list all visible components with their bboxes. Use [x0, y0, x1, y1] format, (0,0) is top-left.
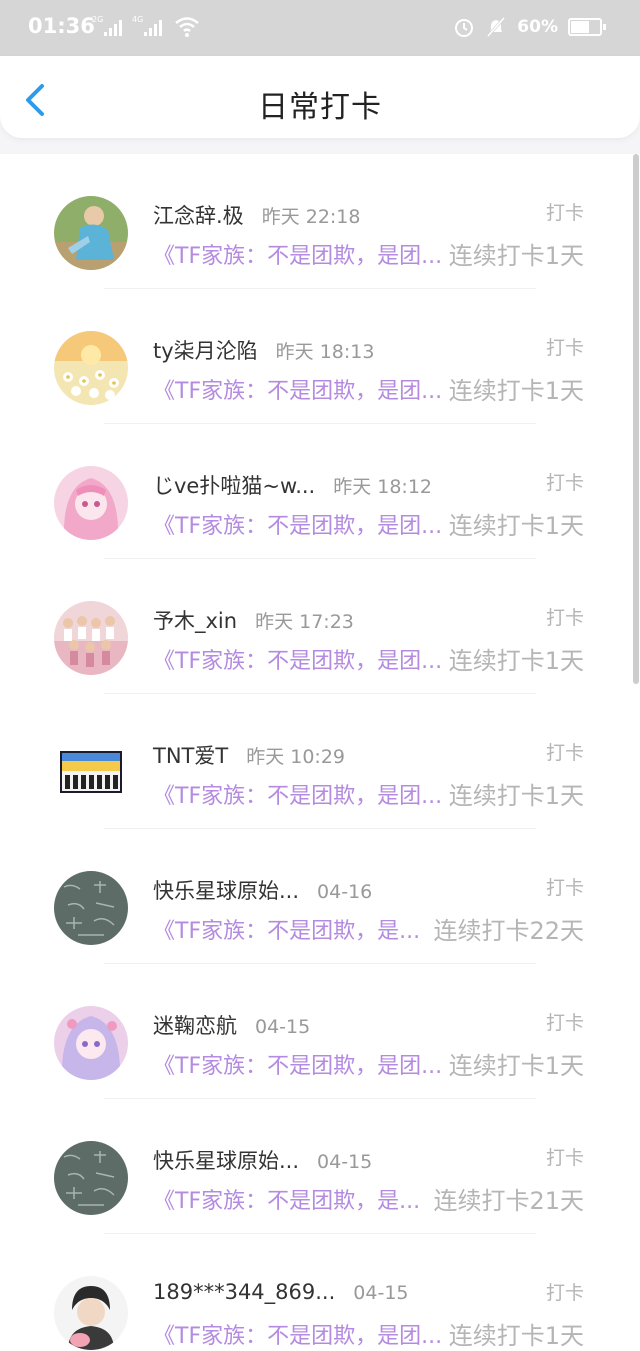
streak-text: 连续打卡1天 — [448, 377, 584, 405]
post-time: 昨天 22:18 — [261, 206, 361, 228]
name-line: 快乐星球原始... 04-15 — [153, 1145, 372, 1175]
list-item[interactable]: 迷鞠恋航 04-15 打卡《TF家族：不是团欺，是团... 连续打卡1天 — [0, 964, 640, 1099]
checkin-tag: 打卡 — [545, 1012, 584, 1034]
avatar[interactable] — [54, 1276, 128, 1350]
list-item[interactable]: ty柒月沦陷 昨天 18:13 打卡《TF家族：不是团欺，是团... 连续打卡1天 — [0, 289, 640, 424]
avatar[interactable] — [54, 466, 128, 540]
user-name[interactable]: 予木_xin — [153, 605, 237, 635]
list-item[interactable]: 189***344_869... 04-15 打卡《TF家族：不是团欺，是团... 连… — [0, 1234, 640, 1351]
streak-text: 连续打卡1天 — [448, 782, 584, 810]
page-title: 日常打卡 — [258, 90, 382, 125]
post-title-link[interactable]: 《TF家族：不是团欺，是... — [153, 1183, 420, 1215]
avatar[interactable] — [54, 331, 128, 405]
name-line: TNT爱T 昨天 10:29 — [153, 740, 345, 770]
checkin-tag: 打卡 — [545, 202, 584, 224]
name-line: じve扑啦猫~w... 昨天 18:12 — [153, 470, 432, 500]
checkin-tag: 打卡 — [545, 472, 584, 494]
checkin-tag: 打卡 — [545, 337, 584, 359]
post-time: 04-15 — [353, 1282, 409, 1304]
streak-text: 连续打卡22天 — [433, 917, 584, 945]
checkin-tag: 打卡 — [545, 742, 584, 764]
checkin-list[interactable]: 江念辞.极 昨天 22:18 打卡 《TF家族：不是团欺，是团... 连续打卡1天 ty柒… — [0, 154, 640, 1351]
name-line: 江念辞.极 昨天 22:18 — [153, 200, 360, 230]
post-title-link[interactable]: 《TF家族：不是团欺，是团... — [153, 508, 442, 540]
user-name[interactable]: 江念辞.极 — [153, 200, 244, 230]
list-item[interactable]: 江念辞.极 昨天 22:18 打卡《TF家族：不是团欺，是团... 连续打卡1天 — [0, 154, 640, 289]
streak-text: 连续打卡1天 — [448, 647, 584, 675]
status-bar: 01:36 2G 4G 60% — [0, 0, 640, 56]
post-time: 昨天 10:29 — [246, 746, 345, 768]
streak-text: 连续打卡21天 — [433, 1187, 584, 1215]
status-time: 01:36 — [28, 14, 95, 38]
nav-header: 日常打卡 — [0, 56, 640, 138]
post-time: 昨天 18:12 — [333, 476, 433, 498]
user-name[interactable]: じve扑啦猫~w... — [153, 470, 315, 500]
checkin-tag: 打卡 — [545, 607, 584, 629]
list-item[interactable]: 快乐星球原始... 04-16 打卡《TF家族：不是团欺，是... 连续打卡22天 — [0, 829, 640, 964]
list-item[interactable]: 予木_xin 昨天 17:23 打卡《TF家族：不是团欺，是团... 连续打卡1天 — [0, 559, 640, 694]
list-item[interactable]: 快乐星球原始... 04-15 打卡《TF家族：不是团欺，是... 连续打卡21天 — [0, 1099, 640, 1234]
user-name[interactable]: 迷鞠恋航 — [153, 1010, 237, 1040]
name-line: 予木_xin 昨天 17:23 — [153, 605, 354, 635]
post-title-link[interactable]: 《TF家族：不是团欺，是团... — [153, 778, 442, 810]
list-item[interactable]: TNT爱T 昨天 10:29 打卡《TF家族：不是团欺，是团... 连续打卡1天 — [0, 694, 640, 829]
avatar[interactable] — [54, 871, 128, 945]
post-time: 04-16 — [317, 881, 373, 903]
post-time: 昨天 17:23 — [255, 611, 354, 633]
name-line: 快乐星球原始... 04-16 — [153, 875, 372, 905]
signal-2g-icon: 2G — [92, 15, 122, 36]
post-title-link[interactable]: 《TF家族：不是团欺，是团... — [153, 1048, 442, 1080]
battery-icon — [568, 18, 606, 36]
checkin-tag: 打卡 — [545, 1282, 584, 1304]
user-name[interactable]: 快乐星球原始... — [153, 875, 299, 905]
post-time: 04-15 — [255, 1016, 311, 1038]
post-time: 昨天 18:13 — [275, 341, 375, 363]
user-name[interactable]: TNT爱T — [153, 740, 228, 770]
streak-text: 连续打卡1天 — [448, 1052, 584, 1080]
alarm-icon — [455, 19, 474, 37]
name-line: ty柒月沦陷 昨天 18:13 — [153, 335, 374, 365]
checkin-tag: 打卡 — [545, 877, 584, 899]
wifi-icon — [175, 17, 199, 37]
scrollbar[interactable] — [633, 154, 639, 684]
streak-text: 连续打卡1天 — [448, 1322, 584, 1350]
name-line: 迷鞠恋航 04-15 — [153, 1010, 310, 1040]
streak-text: 连续打卡1天 — [448, 512, 584, 540]
avatar[interactable] — [54, 1141, 128, 1215]
post-title-link[interactable]: 《TF家族：不是团欺，是团... — [153, 1318, 442, 1350]
streak-text: 连续打卡1天 — [448, 242, 584, 270]
post-title-link[interactable]: 《TF家族：不是团欺，是... — [153, 913, 420, 945]
checkin-tag: 打卡 — [545, 1147, 584, 1169]
user-name[interactable]: 189***344_869... — [153, 1280, 335, 1304]
battery-level — [571, 21, 589, 33]
post-time: 04-15 — [317, 1151, 373, 1173]
avatar[interactable] — [54, 196, 128, 270]
post-title-link[interactable]: 《TF家族：不是团欺，是团... — [153, 643, 442, 675]
user-name[interactable]: ty柒月沦陷 — [153, 335, 258, 365]
avatar[interactable] — [60, 751, 122, 793]
post-title-link[interactable]: 《TF家族：不是团欺，是团... — [153, 373, 442, 405]
list-item[interactable]: じve扑啦猫~w... 昨天 18:12 打卡《TF家族：不是团欺，是团... 连续打… — [0, 424, 640, 559]
user-name[interactable]: 快乐星球原始... — [153, 1145, 299, 1175]
signal-4g-icon: 4G — [132, 15, 162, 36]
post-title-link[interactable]: 《TF家族：不是团欺，是团... — [153, 238, 442, 270]
battery-percent: 60% — [517, 17, 558, 37]
svg-text:2G: 2G — [92, 15, 103, 24]
name-line: 189***344_869... 04-15 — [153, 1280, 409, 1304]
mute-bell-icon — [487, 17, 506, 37]
avatar[interactable] — [54, 1006, 128, 1080]
avatar[interactable] — [54, 601, 128, 675]
svg-text:4G: 4G — [132, 15, 143, 24]
